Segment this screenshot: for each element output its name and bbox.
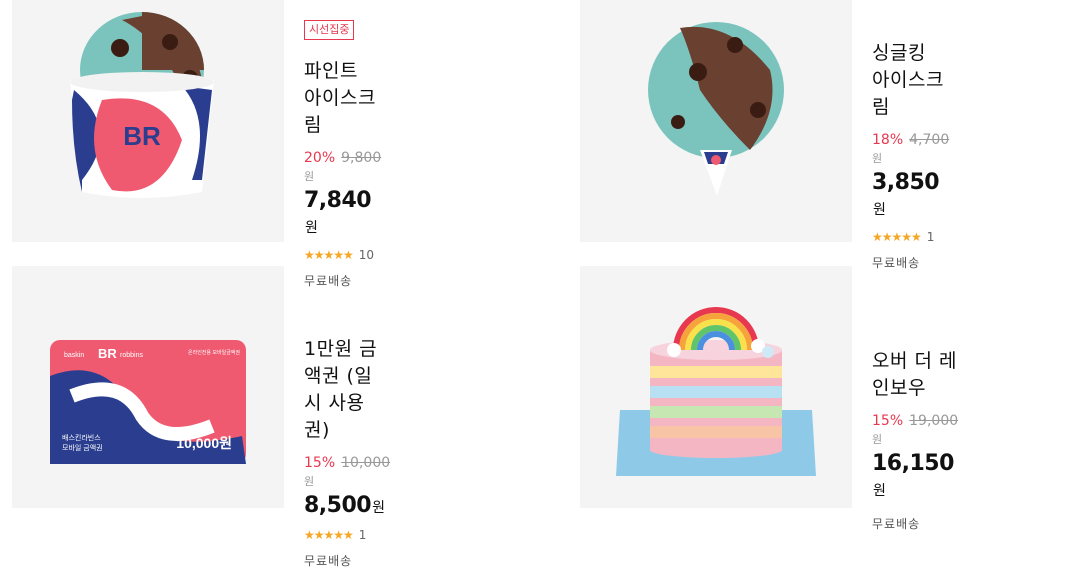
rating: ★★★★★ 10: [304, 248, 381, 262]
discount-rate: 15: [872, 413, 890, 429]
gift-card-value: 10,000원: [176, 435, 232, 451]
gift-card-image: baskin BR robbins 온라인전용 모바일금액권 배스킨라빈스 모바…: [50, 340, 246, 464]
rating: ★★★★★ 1: [304, 528, 390, 542]
gift-card-brand-left: baskin: [64, 352, 84, 359]
won-unit: 원: [873, 483, 886, 499]
rating: ★★★★★ 1: [872, 230, 949, 244]
review-count: 1: [358, 528, 367, 542]
discount-rate: 15: [304, 455, 322, 471]
shipping-label: 무료배송: [304, 554, 353, 568]
br-logo: BR: [123, 121, 161, 151]
original-price: 9,800: [341, 150, 382, 166]
rainbow-cake-image: [616, 307, 816, 476]
percent-sign: %: [321, 150, 336, 166]
sale-price: 3,850: [872, 170, 940, 195]
product-name[interactable]: 1만원 금액권 (일시 사용권): [304, 334, 390, 442]
product-name[interactable]: 오버 더 레인보우: [872, 346, 958, 400]
product-name[interactable]: 파인트 아이스크림: [304, 56, 381, 137]
gift-card-line2: 모바일 금액권: [62, 443, 103, 452]
sale-price-row: 8,500원: [304, 493, 390, 518]
won-unit: 원: [873, 202, 886, 218]
sale-price: 7,840: [304, 188, 372, 213]
badge-spotlight: 시선집중: [304, 20, 355, 40]
product-name[interactable]: 싱글킹 아이스크림: [872, 38, 949, 119]
original-price: 19,000: [909, 413, 959, 429]
shipping-label: 무료배송: [872, 517, 921, 531]
review-count: 1: [926, 230, 935, 244]
product-image-gift-card[interactable]: baskin BR robbins 온라인전용 모바일금액권 배스킨라빈스 모바…: [12, 266, 284, 508]
percent-sign: %: [889, 413, 904, 429]
original-price: 4,700: [909, 132, 950, 148]
won-unit: 원: [372, 500, 385, 516]
won-unit: 원: [304, 475, 315, 488]
product-image-single-king[interactable]: [580, 0, 852, 242]
shipping-label: 무료배송: [304, 274, 353, 288]
product-image-pint[interactable]: BR: [12, 0, 284, 242]
won-unit: 원: [872, 152, 883, 165]
percent-sign: %: [321, 455, 336, 471]
sale-price-row: 3,850 원: [872, 170, 949, 220]
original-price: 10,000: [341, 455, 391, 471]
gift-card-corner-text: 온라인전용 모바일금액권: [188, 349, 240, 356]
won-unit: 원: [304, 170, 315, 183]
product-image-rainbow-cake[interactable]: [580, 266, 852, 508]
gift-card-line1: 배스킨라빈스: [62, 433, 101, 442]
won-unit: 원: [872, 433, 883, 446]
won-unit: 원: [305, 220, 318, 236]
gift-card-brand-right: robbins: [120, 352, 143, 359]
sale-price-row: 16,150 원: [872, 451, 958, 501]
sale-price: 16,150: [872, 451, 954, 476]
sale-price: 8,500: [304, 493, 372, 518]
gift-card-br-logo: BR: [98, 346, 117, 361]
sale-price-row: 7,840 원: [304, 188, 381, 238]
shipping-label: 무료배송: [872, 256, 921, 270]
star-rating-icon: ★★★★★: [872, 230, 922, 244]
discount-rate: 18: [872, 132, 890, 148]
single-cone-image: [648, 22, 784, 196]
review-count: 10: [358, 248, 375, 262]
pint-ice-cream-image: BR: [70, 12, 214, 198]
star-rating-icon: ★★★★★: [304, 248, 354, 262]
percent-sign: %: [889, 132, 904, 148]
discount-rate: 20: [304, 150, 322, 166]
star-rating-icon: ★★★★★: [304, 528, 354, 542]
